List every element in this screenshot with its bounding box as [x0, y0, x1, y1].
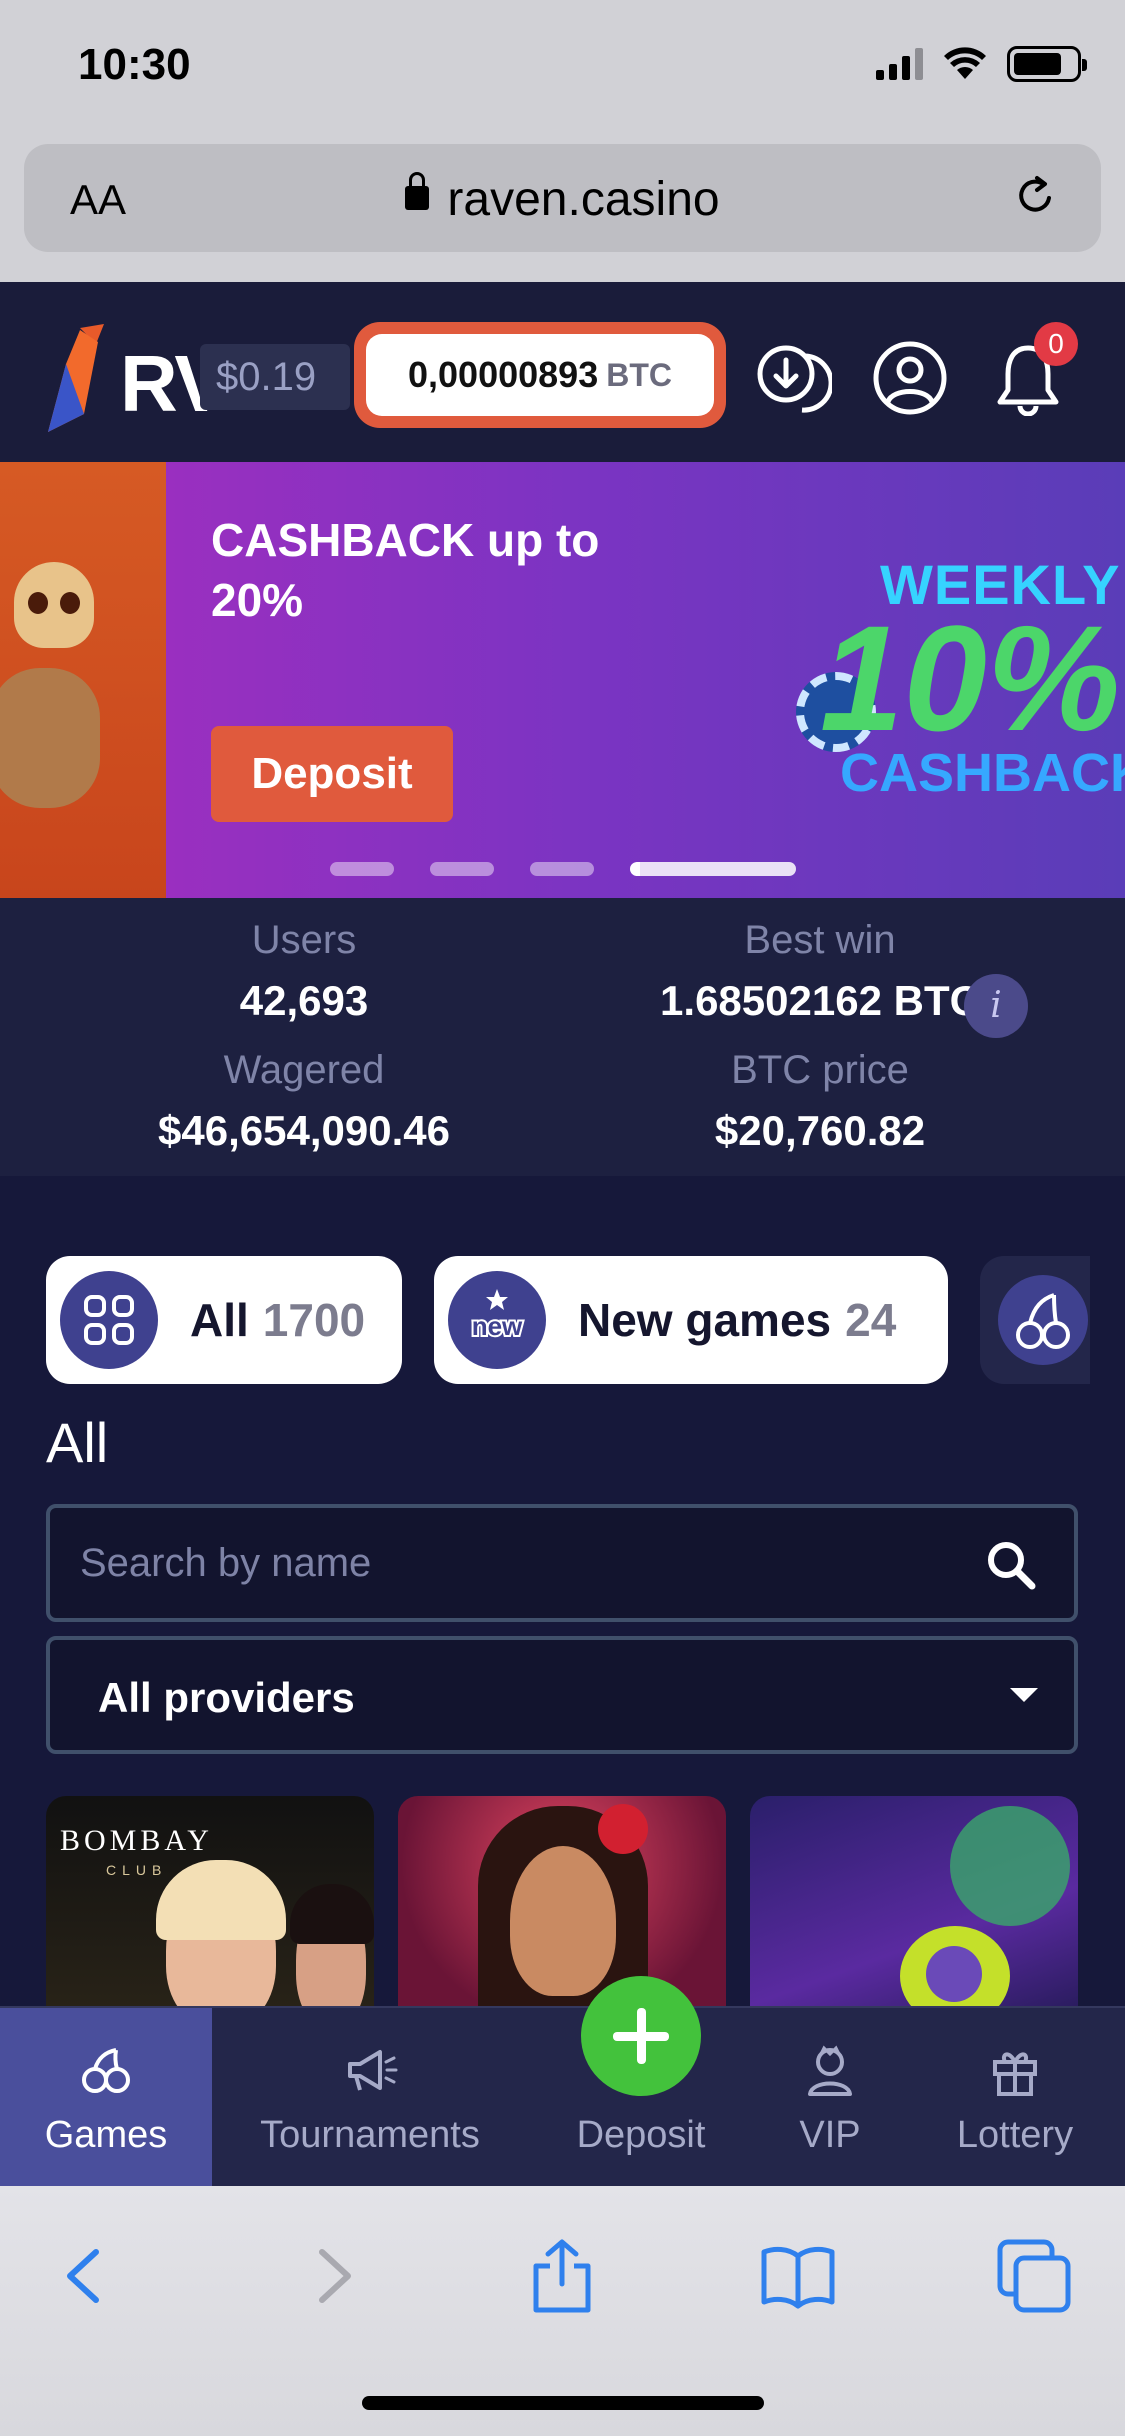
- btc-unit: BTC: [606, 356, 672, 393]
- stat-value: 42,693: [239, 977, 369, 1024]
- banner-deposit-button[interactable]: Deposit: [211, 726, 453, 822]
- usd-balance[interactable]: $0.19: [200, 344, 350, 410]
- provider-select[interactable]: All providers: [46, 1636, 1078, 1754]
- site-header: RV $0.19 0,00000893 BTC 0: [0, 282, 1125, 462]
- nav-label: Deposit: [576, 2114, 706, 2156]
- search-box[interactable]: [46, 1504, 1078, 1622]
- bookmarks-icon[interactable]: [758, 2236, 838, 2316]
- nav-label: Tournaments: [260, 2114, 480, 2156]
- promo-banner-carousel[interactable]: CASHBACK up to 20% Deposit WEEKLY 10% CA…: [0, 462, 1125, 898]
- stat-label: Users: [251, 918, 357, 962]
- share-icon[interactable]: [522, 2236, 602, 2316]
- gift-icon: [993, 2052, 1037, 2096]
- chevron-down-icon: [1010, 1688, 1038, 1702]
- stat-users: Users 42,693: [54, 918, 554, 1025]
- promo-art-cashback: CASHBACK: [840, 743, 1125, 803]
- provider-selected-value: All providers: [98, 1674, 355, 1721]
- vip-icon: [808, 2045, 852, 2096]
- stat-value: $46,654,090.46: [158, 1107, 450, 1154]
- alien-eye: [926, 1946, 982, 2002]
- search-input[interactable]: [80, 1532, 920, 1594]
- status-bar: 10:30: [0, 0, 1125, 140]
- nav-tournaments[interactable]: Tournaments: [240, 2008, 500, 2188]
- nav-vip[interactable]: VIP: [770, 2008, 890, 2188]
- category-label: All: [190, 1294, 249, 1346]
- game-card-space[interactable]: [750, 1796, 1078, 2026]
- stat-label: Wagered: [223, 1048, 385, 1092]
- cherry-icon: [82, 2048, 130, 2093]
- category-slots[interactable]: [980, 1256, 1090, 1384]
- carousel-dot[interactable]: [330, 862, 394, 876]
- address-bar[interactable]: AA raven.casino: [24, 144, 1101, 252]
- browser-address-area: AA raven.casino: [0, 140, 1125, 282]
- previous-slide-peek: [0, 462, 166, 898]
- nav-label: Games: [44, 2114, 168, 2156]
- planet-artwork: [950, 1806, 1070, 1926]
- carousel-dot[interactable]: [430, 862, 494, 876]
- carousel-dot-active[interactable]: [630, 862, 796, 876]
- character-artwork: [0, 668, 100, 808]
- reload-icon[interactable]: [1011, 172, 1059, 220]
- forward-icon[interactable]: [290, 2236, 370, 2316]
- game-logo-text: BOMBAY: [60, 1824, 213, 1857]
- cellular-signal-icon: [876, 48, 923, 80]
- category-new-games[interactable]: new New games 24: [434, 1256, 948, 1384]
- btc-amount: 0,00000893: [408, 354, 599, 395]
- rose-artwork: [598, 1804, 648, 1854]
- carousel-dot[interactable]: [530, 862, 594, 876]
- grid-icon: [60, 1271, 158, 1369]
- stat-btc-price: BTC price $20,760.82: [570, 1048, 1070, 1155]
- wifi-icon: [944, 47, 986, 79]
- nav-games[interactable]: Games: [0, 2008, 212, 2188]
- url-display[interactable]: raven.casino: [24, 172, 1101, 227]
- stat-value: $20,760.82: [714, 1107, 926, 1154]
- nav-lottery[interactable]: Lottery: [940, 2008, 1090, 2188]
- game-logo-subtext: CLUB: [106, 1862, 168, 1878]
- status-time: 10:30: [78, 40, 191, 89]
- status-icons: [876, 46, 1087, 82]
- game-card-bombay-club[interactable]: BOMBAY CLUB: [46, 1796, 374, 2026]
- section-title: All: [46, 1411, 109, 1474]
- home-indicator[interactable]: [362, 2396, 764, 2410]
- nav-label: VIP: [799, 2114, 861, 2156]
- lock-icon: [405, 172, 430, 211]
- bottom-navigation: Games Tournaments Deposit VIP Lottery: [0, 1976, 1125, 2188]
- category-count: 24: [845, 1294, 897, 1346]
- btc-balance-button[interactable]: 0,00000893 BTC: [354, 322, 726, 428]
- dealer-hair-2: [290, 1884, 374, 1944]
- new-badge-text: new: [472, 1311, 523, 1341]
- games-section: All 1700 new New games 24 All All: [0, 1176, 1125, 2026]
- carousel-dots: [330, 862, 796, 876]
- plus-icon[interactable]: [581, 1976, 701, 2096]
- banner-title: CASHBACK up to 20%: [211, 514, 600, 626]
- url-text: raven.casino: [447, 173, 720, 226]
- category-label: New games: [578, 1294, 832, 1346]
- category-count: 1700: [262, 1294, 366, 1346]
- skull-artwork: [14, 562, 94, 648]
- new-badge-icon: new: [448, 1271, 546, 1369]
- site-stats: Users 42,693 Best win 1.68502162 BTC i W…: [0, 898, 1125, 1176]
- stat-label: BTC price: [731, 1048, 909, 1092]
- coin-download-icon[interactable]: [756, 340, 832, 416]
- back-icon[interactable]: [48, 2236, 128, 2316]
- tabs-icon[interactable]: [994, 2236, 1074, 2316]
- info-icon[interactable]: i: [964, 974, 1028, 1038]
- category-all[interactable]: All 1700: [46, 1256, 402, 1384]
- nav-label: Lottery: [956, 2114, 1074, 2156]
- promo-art-percent: 10%: [820, 594, 1121, 762]
- character-face: [510, 1846, 616, 1996]
- dealer-hair: [156, 1860, 286, 1940]
- stat-label: Best win: [744, 918, 896, 962]
- user-account-icon[interactable]: [872, 340, 948, 416]
- cherry-icon: [998, 1275, 1088, 1365]
- stat-wagered: Wagered $46,654,090.46: [54, 1048, 554, 1155]
- notification-badge: 0: [1034, 322, 1078, 366]
- megaphone-icon: [348, 2050, 398, 2091]
- search-icon[interactable]: [984, 1538, 1038, 1592]
- battery-icon: [1007, 46, 1087, 82]
